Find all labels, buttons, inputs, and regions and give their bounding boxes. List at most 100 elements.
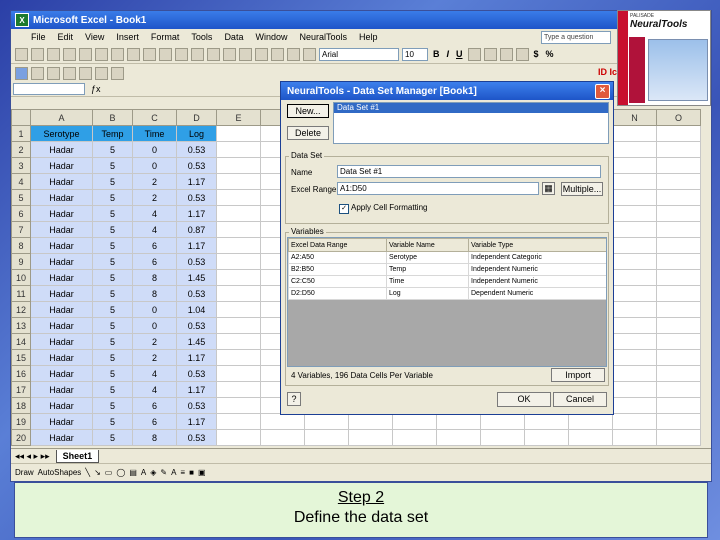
sheet-cell[interactable] (656, 173, 701, 190)
sheet-cell[interactable]: 4 (132, 221, 177, 238)
new-data-set-button[interactable]: New... (287, 104, 329, 118)
autoshapes-menu[interactable]: AutoShapes (38, 468, 82, 477)
sheet-cell[interactable] (656, 365, 701, 382)
close-icon[interactable]: × (595, 84, 610, 99)
sheet-cell[interactable]: Hadar (30, 269, 93, 286)
sheet-cell[interactable] (216, 173, 261, 190)
wordart-icon[interactable]: A (141, 468, 146, 477)
sheet-cell[interactable] (260, 429, 305, 446)
sheet-cell[interactable]: 5 (92, 429, 133, 446)
sheet-cell[interactable]: 6 (132, 237, 177, 254)
help-icon[interactable] (111, 66, 124, 80)
menu-file[interactable]: File (31, 32, 46, 42)
sheet-cell[interactable]: Time (132, 125, 177, 142)
sheet-cell[interactable]: Hadar (30, 397, 93, 414)
sheet-cell[interactable]: 5 (92, 237, 133, 254)
sheet-cell[interactable]: 1.17 (176, 413, 217, 430)
row-header[interactable]: 15 (11, 349, 31, 366)
sheet-cell[interactable] (656, 141, 701, 158)
variables-cell[interactable]: Independent Numeric (468, 275, 606, 288)
sheet-cell[interactable] (612, 413, 657, 430)
row-header[interactable]: 20 (11, 429, 31, 446)
row-header[interactable]: 18 (11, 397, 31, 414)
row-header[interactable]: 16 (11, 365, 31, 382)
variables-col-header[interactable]: Excel Data Range (288, 238, 387, 252)
sheet-cell[interactable] (612, 173, 657, 190)
bold-button[interactable]: B (431, 49, 442, 59)
rectangle-icon[interactable]: ▭ (105, 468, 113, 477)
variables-cell[interactable]: Dependent Numeric (468, 287, 606, 300)
sheet-cell[interactable] (656, 205, 701, 222)
multiple-button[interactable]: Multiple... (561, 182, 603, 196)
sheet-cell[interactable]: Hadar (30, 317, 93, 334)
data-set-manager-icon[interactable] (15, 66, 28, 80)
sheet-cell[interactable] (216, 333, 261, 350)
sheet-cell[interactable] (656, 333, 701, 350)
row-header[interactable]: 4 (11, 173, 31, 190)
print-icon[interactable] (95, 47, 108, 61)
menu-format[interactable]: Format (151, 32, 180, 42)
sheet-cell[interactable] (216, 365, 261, 382)
delete-data-set-button[interactable]: Delete (287, 126, 329, 140)
sheet-cell[interactable]: 4 (132, 205, 177, 222)
row-header[interactable]: 5 (11, 189, 31, 206)
sheet-cell[interactable]: 0.87 (176, 221, 217, 238)
arrow-icon[interactable]: ↘ (94, 468, 101, 477)
row-header[interactable]: 14 (11, 333, 31, 350)
sheet-cell[interactable]: Hadar (30, 205, 93, 222)
sheet-cell[interactable]: Hadar (30, 301, 93, 318)
variables-col-header[interactable]: Variable Name (386, 238, 469, 252)
sheet-cell[interactable] (612, 381, 657, 398)
name-box[interactable] (13, 83, 85, 95)
row-header[interactable]: 11 (11, 285, 31, 302)
sheet-cell[interactable] (216, 237, 261, 254)
sheet-cell[interactable]: 1.17 (176, 173, 217, 190)
sheet-cell[interactable] (216, 221, 261, 238)
sheet-cell[interactable] (216, 381, 261, 398)
align-left-icon[interactable] (467, 47, 481, 61)
row-header[interactable]: 3 (11, 157, 31, 174)
variables-row[interactable]: C2:C50 Time Independent Numeric (288, 275, 606, 288)
sheet-cell[interactable] (612, 333, 657, 350)
column-header[interactable]: B (92, 109, 133, 126)
neuraltools-mini-icons[interactable]: ID Ic (598, 67, 617, 77)
sheet-cell[interactable] (656, 269, 701, 286)
sheet-cell[interactable]: 1.17 (176, 237, 217, 254)
sheet-cell[interactable] (216, 349, 261, 366)
menu-view[interactable]: View (85, 32, 104, 42)
sheet-cell[interactable]: Hadar (30, 157, 93, 174)
sheet-cell[interactable] (656, 125, 701, 142)
sheet-cell[interactable] (612, 221, 657, 238)
sheet-cell[interactable]: 5 (92, 173, 133, 190)
column-header[interactable]: N (612, 109, 657, 126)
range-picker-icon[interactable]: ▦ (542, 182, 555, 195)
sheet-cell[interactable] (656, 349, 701, 366)
sheet-cell[interactable] (612, 317, 657, 334)
excel-range-input[interactable]: A1:D50 (337, 182, 539, 195)
import-button[interactable]: Import (551, 368, 605, 382)
sheet-cell[interactable]: Hadar (30, 349, 93, 366)
sheet-cell[interactable]: 2 (132, 349, 177, 366)
variables-cell[interactable]: Temp (386, 263, 469, 276)
sheet-cell[interactable] (216, 317, 261, 334)
row-header[interactable]: 1 (11, 125, 31, 142)
sheet-cell[interactable]: Temp (92, 125, 133, 142)
sheet-cell[interactable]: 0 (132, 301, 177, 318)
sheet-cell[interactable] (612, 397, 657, 414)
sheet-cell[interactable] (216, 189, 261, 206)
variables-row[interactable]: B2:B50 Temp Independent Numeric (288, 263, 606, 276)
menu-tools[interactable]: Tools (191, 32, 212, 42)
sheet-cell[interactable]: Hadar (30, 381, 93, 398)
sheet-cell[interactable]: 5 (92, 349, 133, 366)
row-header[interactable]: 19 (11, 413, 31, 430)
sheet-cell[interactable]: 0.53 (176, 317, 217, 334)
sheet-cell[interactable] (216, 301, 261, 318)
sheet-cell[interactable]: 5 (92, 301, 133, 318)
sheet-cell[interactable]: Hadar (30, 237, 93, 254)
sheet-cell[interactable]: 0.53 (176, 157, 217, 174)
sheet-cell[interactable] (568, 413, 613, 430)
sheet-cell[interactable] (524, 413, 569, 430)
sheet-cell[interactable]: 1.45 (176, 333, 217, 350)
sheet-cell[interactable]: Hadar (30, 333, 93, 350)
column-header[interactable]: O (656, 109, 701, 126)
